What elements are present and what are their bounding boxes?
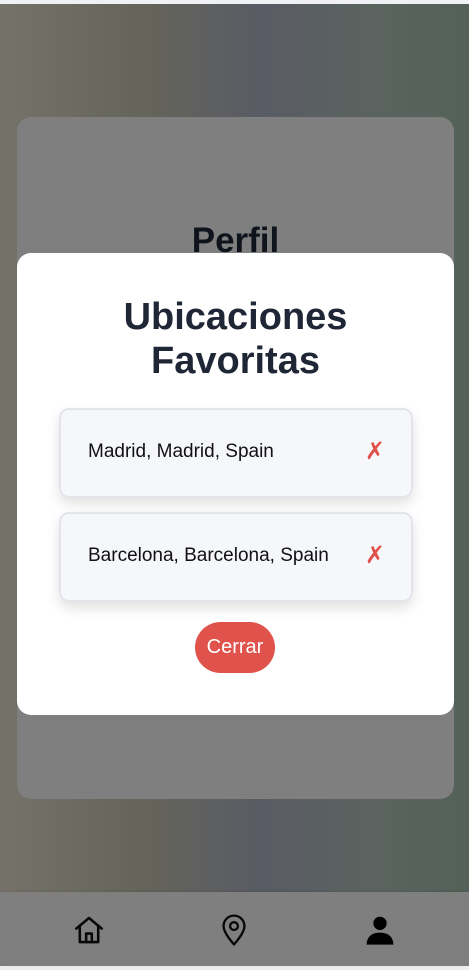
favorite-location-label: Madrid, Madrid, Spain: [88, 441, 274, 462]
remove-favorite-button[interactable]: ✗: [365, 541, 385, 569]
favorite-item[interactable]: Barcelona, Barcelona, Spain ✗: [59, 512, 413, 602]
modal-title: Ubicaciones Favoritas: [123, 296, 348, 382]
favorite-location-label: Barcelona, Barcelona, Spain: [88, 545, 329, 566]
remove-favorite-button[interactable]: ✗: [365, 437, 385, 465]
favorites-modal: Ubicaciones Favoritas Madrid, Madrid, Sp…: [17, 253, 454, 715]
favorite-item[interactable]: Madrid, Madrid, Spain ✗: [59, 408, 413, 498]
close-button[interactable]: Cerrar: [195, 622, 275, 673]
